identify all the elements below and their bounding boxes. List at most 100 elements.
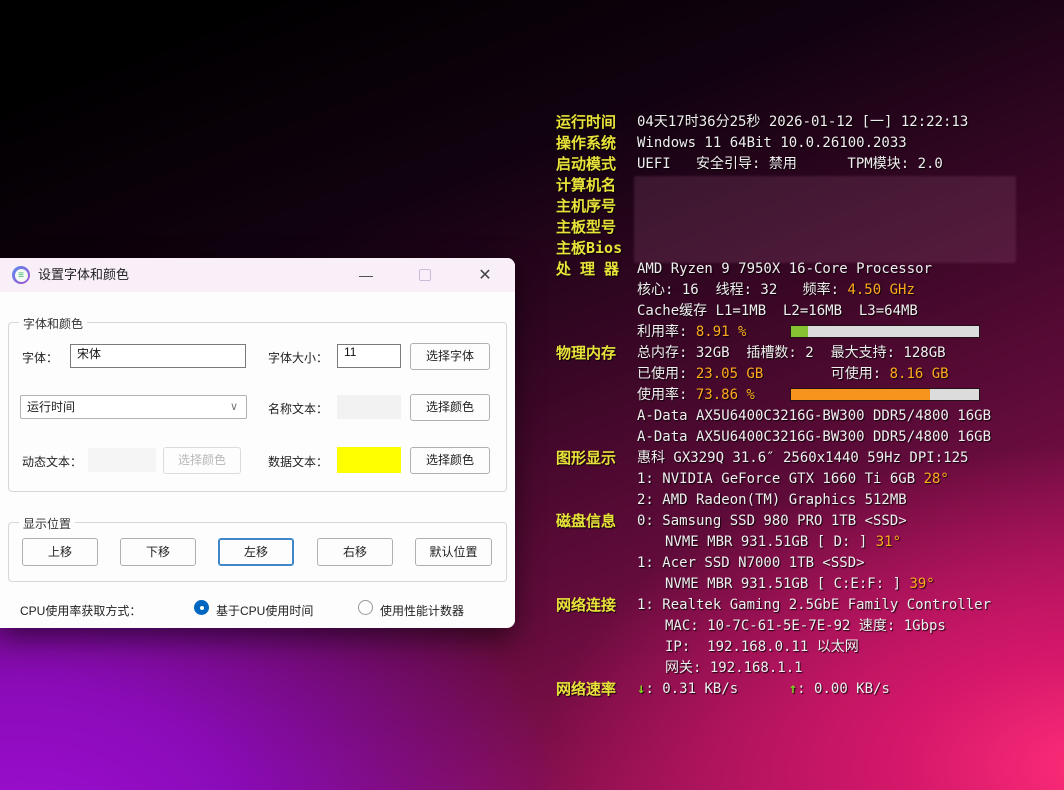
info-row-label: 运行时间 (556, 112, 637, 133)
info-row-text: 04天17时36分25秒 2026-01-12 [一] 12:22:13 (637, 114, 968, 130)
cpu-method-label: CPU使用率获取方式： (20, 602, 141, 619)
info-row: Cache缓存 L1=1MB L2=16MB L3=64MB (556, 301, 1056, 322)
info-row-label: 操作系统 (556, 133, 637, 154)
font-color-settings-dialog: ≡ 设置字体和颜色 — ✕ 字体和颜色 字体： 宋体 字体大小： 11 选择字体… (0, 258, 515, 628)
info-row-text: 1: NVIDIA GeForce GTX 1660 Ti 6GB 28° (637, 471, 949, 487)
default-position-button[interactable]: 默认位置 (415, 538, 492, 566)
progress-bar (790, 325, 980, 338)
system-info-panel: 运行时间04天17时36分25秒 2026-01-12 [一] 12:22:13… (556, 112, 1056, 700)
info-row-text: NVME MBR 931.51GB [ C:E:F: ] 39° (637, 576, 935, 592)
app-icon: ≡ (12, 266, 30, 284)
info-row: 主机序号 (556, 196, 1056, 217)
info-row: 图形显示惠科 GX329Q 31.6″ 2560x1440 59Hz DPI:1… (556, 448, 1056, 469)
info-row: 计算机名 (556, 175, 1056, 196)
maximize-button[interactable] (405, 258, 445, 292)
info-row: 运行时间04天17时36分25秒 2026-01-12 [一] 12:22:13 (556, 112, 1056, 133)
radio-perf-counter[interactable] (358, 600, 373, 615)
info-row-label: 图形显示 (556, 448, 637, 469)
info-row-text: 使用率: 73.86 % (637, 387, 755, 403)
font-color-legend: 字体和颜色 (19, 315, 87, 332)
info-row: 网络连接1: Realtek Gaming 2.5GbE Family Cont… (556, 595, 1056, 616)
info-row-text: 网关: 192.168.1.1 (637, 660, 803, 676)
info-row-text: A-Data AX5U6400C3216G-BW300 DDR5/4800 16… (637, 429, 991, 445)
chevron-down-icon: ∨ (230, 396, 238, 418)
info-row: 主板Bios (556, 238, 1056, 259)
info-row-text: NVME MBR 931.51GB [ D: ] 31° (637, 534, 901, 550)
info-row-text: 惠科 GX329Q 31.6″ 2560x1440 59Hz DPI:125 (637, 450, 968, 466)
move-left-button[interactable]: 左移 (218, 538, 294, 566)
info-row: IP: 192.168.0.11 以太网 (556, 637, 1056, 658)
info-row-label: 磁盘信息 (556, 511, 637, 532)
info-row-label: 启动模式 (556, 154, 637, 175)
info-row: NVME MBR 931.51GB [ C:E:F: ] 39° (556, 574, 1056, 595)
info-row: NVME MBR 931.51GB [ D: ] 31° (556, 532, 1056, 553)
info-row-text: ↓: 0.31 KB/s ↑: 0.00 KB/s (637, 681, 890, 697)
info-row: 网络速率↓: 0.31 KB/s ↑: 0.00 KB/s (556, 679, 1056, 700)
info-row-text: A-Data AX5U6400C3216G-BW300 DDR5/4800 16… (637, 408, 991, 424)
info-row-label: 网络速率 (556, 679, 637, 700)
data-text-label: 数据文本： (268, 453, 328, 470)
minimize-button[interactable]: — (346, 258, 386, 292)
radio-cpu-time[interactable] (194, 600, 209, 615)
select-data-color-button[interactable]: 选择颜色 (410, 447, 490, 474)
info-row: A-Data AX5U6400C3216G-BW300 DDR5/4800 16… (556, 427, 1056, 448)
info-row-label: 主机序号 (556, 196, 637, 217)
item-dropdown-value: 运行时间 (27, 400, 75, 414)
info-row-text: 利用率: 8.91 % (637, 324, 746, 340)
info-row-text: 0: Samsung SSD 980 PRO 1TB <SSD> (637, 513, 907, 529)
info-row-text: AMD Ryzen 9 7950X 16-Core Processor (637, 261, 932, 277)
progress-bar (790, 388, 980, 401)
dialog-title: 设置字体和颜色 (38, 258, 129, 292)
info-row: 利用率: 8.91 % (556, 322, 1056, 343)
item-dropdown[interactable]: 运行时间 ∨ (20, 395, 247, 419)
data-color-swatch (337, 447, 401, 473)
dynamic-color-swatch (88, 448, 156, 472)
move-up-button[interactable]: 上移 (22, 538, 98, 566)
info-row-text: 2: AMD Radeon(TM) Graphics 512MB (637, 492, 907, 508)
radio-perf-counter-label[interactable]: 使用性能计数器 (380, 602, 464, 619)
info-row-text: 核心: 16 线程: 32 频率: 4.50 GHz (637, 282, 915, 298)
info-row: 操作系统Windows 11 64Bit 10.0.26100.2033 (556, 133, 1056, 154)
info-row-text: 1: Acer SSD N7000 1TB <SSD> (637, 555, 865, 571)
info-row-label: 主板型号 (556, 217, 637, 238)
info-row-text: Windows 11 64Bit 10.0.26100.2033 (637, 135, 907, 151)
info-row-text: 已使用: 23.05 GB 可使用: 8.16 GB (637, 366, 949, 382)
name-text-label: 名称文本： (268, 400, 328, 417)
info-row-label: 处 理 器 (556, 259, 637, 280)
info-row: A-Data AX5U6400C3216G-BW300 DDR5/4800 16… (556, 406, 1056, 427)
info-row: 核心: 16 线程: 32 频率: 4.50 GHz (556, 280, 1056, 301)
select-name-color-button[interactable]: 选择颜色 (410, 394, 490, 421)
font-name-input[interactable]: 宋体 (70, 344, 246, 368)
info-row-label: 主板Bios (556, 238, 637, 259)
radio-cpu-time-label[interactable]: 基于CPU使用时间 (216, 602, 313, 619)
dynamic-text-label: 动态文本： (22, 453, 82, 470)
info-row: 物理内存总内存: 32GB 插槽数: 2 最大支持: 128GB (556, 343, 1056, 364)
info-row-text: IP: 192.168.0.11 以太网 (637, 639, 859, 655)
app-icon-glyph: ≡ (15, 269, 28, 282)
select-dynamic-color-button: 选择颜色 (163, 447, 241, 474)
dialog-titlebar[interactable]: ≡ 设置字体和颜色 — ✕ (0, 258, 515, 292)
info-row: 启动模式UEFI 安全引导: 禁用 TPM模块: 2.0 (556, 154, 1056, 175)
info-row: MAC: 10-7C-61-5E-7E-92 速度: 1Gbps (556, 616, 1056, 637)
font-size-label: 字体大小： (268, 349, 328, 366)
info-row-text: 1: Realtek Gaming 2.5GbE Family Controll… (637, 597, 991, 613)
info-row: 1: Acer SSD N7000 1TB <SSD> (556, 553, 1056, 574)
font-label: 字体： (22, 349, 58, 366)
name-color-swatch (337, 395, 401, 419)
info-row: 已使用: 23.05 GB 可使用: 8.16 GB (556, 364, 1056, 385)
close-button[interactable]: ✕ (463, 258, 507, 292)
move-right-button[interactable]: 右移 (317, 538, 393, 566)
info-row-label: 计算机名 (556, 175, 637, 196)
info-row: 网关: 192.168.1.1 (556, 658, 1056, 679)
info-row: 2: AMD Radeon(TM) Graphics 512MB (556, 490, 1056, 511)
move-down-button[interactable]: 下移 (120, 538, 196, 566)
info-row-text: 总内存: 32GB 插槽数: 2 最大支持: 128GB (637, 345, 946, 361)
info-row-label: 网络连接 (556, 595, 637, 616)
maximize-icon (419, 269, 431, 281)
font-size-input[interactable]: 11 (337, 344, 401, 368)
info-row: 1: NVIDIA GeForce GTX 1660 Ti 6GB 28° (556, 469, 1056, 490)
select-font-button[interactable]: 选择字体 (410, 343, 490, 370)
info-row-text: MAC: 10-7C-61-5E-7E-92 速度: 1Gbps (637, 618, 946, 634)
display-position-legend: 显示位置 (19, 515, 75, 532)
info-row-text: Cache缓存 L1=1MB L2=16MB L3=64MB (637, 303, 918, 319)
